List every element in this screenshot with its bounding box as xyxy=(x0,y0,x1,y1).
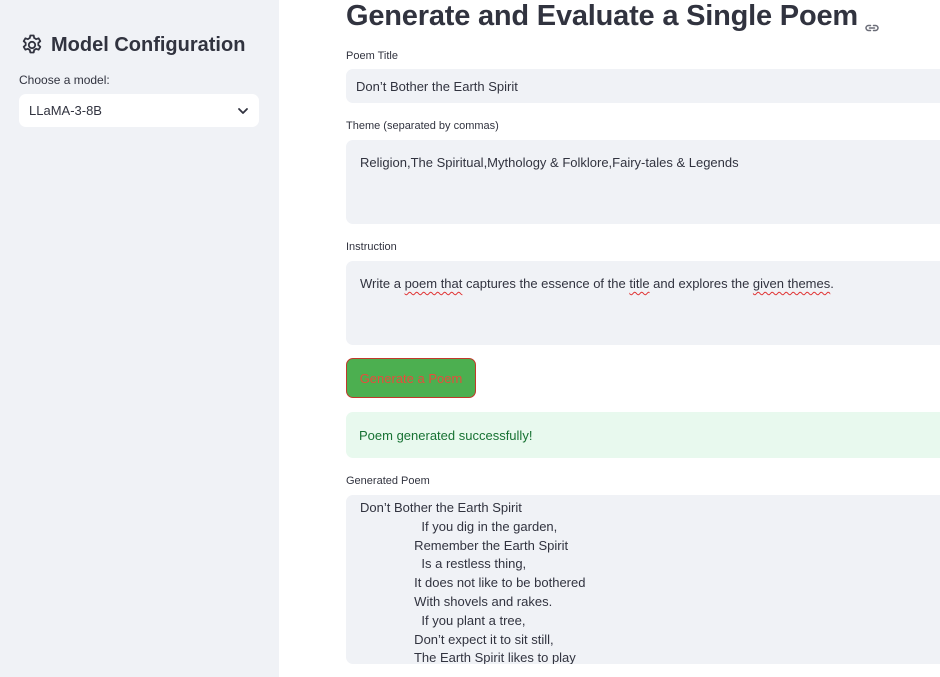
poem-title-label: Poem Title xyxy=(346,50,398,62)
poem-line: Don’t Bother the Earth Spirit xyxy=(360,500,522,515)
generated-poem-textarea[interactable]: Don’t Bother the Earth Spirit If you dig… xyxy=(346,495,940,664)
page-title-text: Generate and Evaluate a Single Poem xyxy=(346,0,858,32)
sidebar-title: Model Configuration xyxy=(20,33,245,57)
sidebar: Model Configuration Choose a model: LLaM… xyxy=(0,0,279,677)
gear-icon xyxy=(20,33,44,57)
poem-title-input[interactable]: Don’t Bother the Earth Spirit xyxy=(346,69,940,103)
success-message: Poem generated successfully! xyxy=(359,427,533,443)
chevron-down-icon xyxy=(237,105,249,117)
model-select-value: LLaMA-3-8B xyxy=(29,103,102,118)
instruction-textarea[interactable]: Write a poem that captures the essence o… xyxy=(346,261,940,345)
poem-line: Remember the Earth Spirit xyxy=(360,537,569,553)
poem-line: The Earth Spirit likes to play xyxy=(360,650,576,664)
poem-title-value: Don’t Bother the Earth Spirit xyxy=(356,78,518,94)
poem-line: Don’t expect it to sit still, xyxy=(360,631,554,647)
instruction-text-part: captures the essence of the xyxy=(462,276,630,291)
poem-line: It does not like to be bothered xyxy=(360,575,586,591)
poem-line: With shovels and rakes. xyxy=(360,593,553,609)
theme-value: Religion,The Spiritual,Mythology & Folkl… xyxy=(360,155,739,170)
main-content: Generate and Evaluate a Single Poem Poem… xyxy=(279,0,940,677)
app-window: Model Configuration Choose a model: LLaM… xyxy=(0,0,940,677)
sidebar-title-text: Model Configuration xyxy=(51,33,246,56)
instruction-text-part: . xyxy=(830,276,834,291)
instruction-text-part: Write a xyxy=(360,276,405,291)
link-icon[interactable] xyxy=(864,11,880,31)
theme-textarea[interactable]: Religion,The Spiritual,Mythology & Folkl… xyxy=(346,140,940,224)
instruction-label: Instruction xyxy=(346,241,397,253)
success-alert: Poem generated successfully! xyxy=(346,412,940,458)
theme-label: Theme (separated by commas) xyxy=(346,120,499,132)
generated-poem-label: Generated Poem xyxy=(346,475,430,487)
poem-line: Is a restless thing, xyxy=(360,556,527,572)
instruction-spellcheck-word: given themes xyxy=(752,276,831,291)
generate-poem-button[interactable]: Generate a Poem xyxy=(346,358,476,398)
page-title: Generate and Evaluate a Single Poem xyxy=(346,0,880,33)
instruction-text-part: and explores the xyxy=(649,276,753,291)
poem-line: If you plant a tree, xyxy=(360,612,526,628)
instruction-spellcheck-word: poem that xyxy=(404,276,463,291)
model-select[interactable]: LLaMA-3-8B xyxy=(19,94,259,127)
instruction-spellcheck-word: title xyxy=(629,276,650,291)
poem-line: If you dig in the garden, xyxy=(360,518,558,534)
model-select-label: Choose a model: xyxy=(19,73,110,87)
